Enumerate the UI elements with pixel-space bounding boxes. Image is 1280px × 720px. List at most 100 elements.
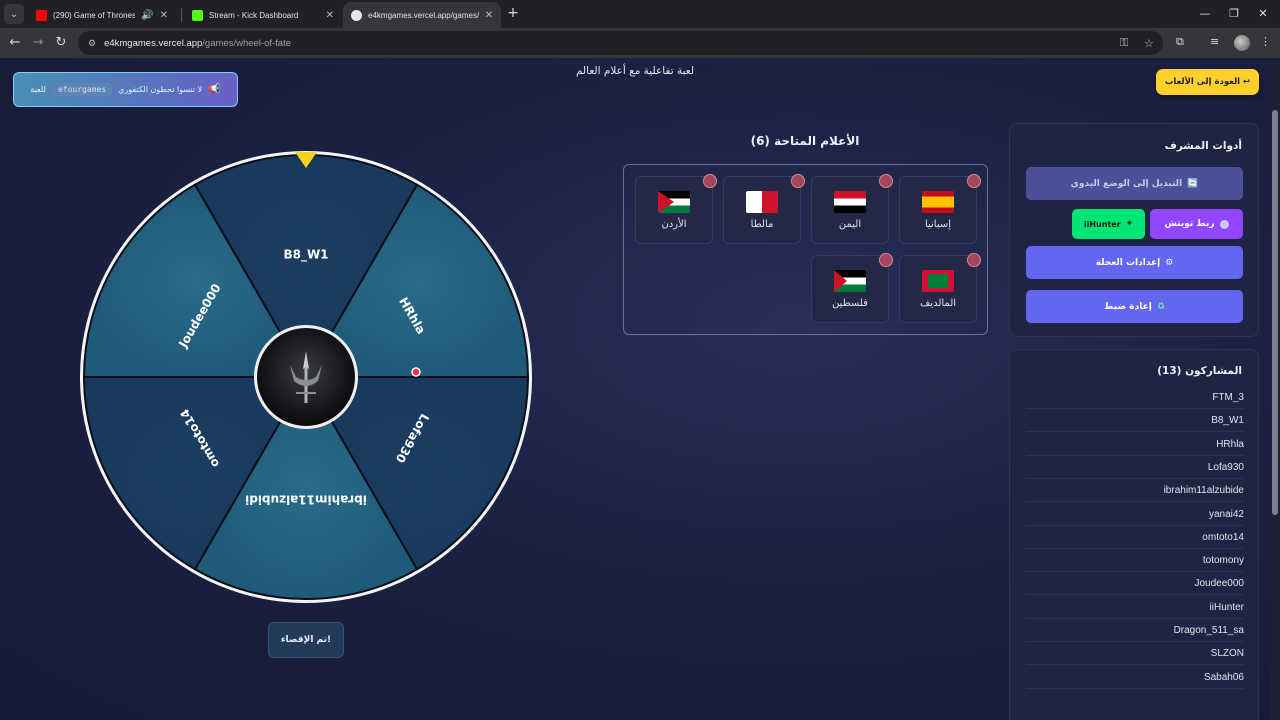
tab-title: (290) Game of Thrones The <box>53 10 136 20</box>
banner-text-after: للعبة <box>30 85 46 94</box>
twitch-user-chip[interactable]: ✦ iiHunter <box>1072 209 1145 239</box>
tab-search-icon[interactable]: ⌄ <box>4 4 24 24</box>
flag-name: اليمن <box>838 218 862 230</box>
scrollbar-thumb[interactable] <box>1272 110 1278 515</box>
wheel-segment-label: ibrahim11alzubidi <box>245 493 367 507</box>
flag-card-maldives[interactable]: المالديف <box>899 253 981 323</box>
browser-tab-kick[interactable]: Stream - Kick Dashboard ✕ <box>184 2 342 28</box>
participant-row: HRhla <box>1026 433 1244 456</box>
tab-divider <box>181 8 182 22</box>
wheel-settings-button[interactable]: ⚙ إعدادات العجلة <box>1026 246 1243 279</box>
browser-tab-youtube[interactable]: (290) Game of Thrones The 🔊 ✕ <box>28 2 176 28</box>
twitch-status-dot-icon <box>1219 219 1229 229</box>
remove-flag-button[interactable] <box>879 174 893 188</box>
twitch-user-label: iiHunter <box>1083 219 1121 229</box>
browser-tab-e4km[interactable]: e4kmgames.vercel.app/games/ ✕ <box>343 2 501 28</box>
participant-row: ibrahim11alzubide <box>1026 479 1244 503</box>
yemen-flag-icon <box>834 190 866 213</box>
remove-flag-button[interactable] <box>967 253 981 267</box>
flags-title: الأعلام المتاحة (6) <box>750 134 860 148</box>
malta-flag-icon <box>746 190 778 213</box>
url-field[interactable]: ⚙ e4kmgames.vercel.app/games/wheel-of-fa… <box>78 31 1163 55</box>
gear-icon: ⚙ <box>1165 257 1174 268</box>
minimize-icon[interactable]: — <box>1190 4 1220 24</box>
password-key-icon[interactable]: ⚿ <box>1120 37 1128 50</box>
maldives-flag-icon <box>922 269 954 292</box>
flag-name: فلسطين <box>832 297 868 309</box>
back-arrow-icon[interactable]: ← <box>6 34 24 52</box>
restore-icon[interactable]: ❐ <box>1219 4 1249 24</box>
browser-tab-bar: ⌄ (290) Game of Thrones The 🔊 ✕ Stream -… <box>0 0 1280 28</box>
remove-flag-button[interactable] <box>703 174 717 188</box>
close-tab-icon[interactable]: ✕ <box>326 10 334 21</box>
participant-row: Lofa930 <box>1026 456 1244 479</box>
close-tab-icon[interactable]: ✕ <box>485 10 493 21</box>
wheel-marker-dot <box>411 367 421 377</box>
manual-mode-label: التبديل إلى الوضع اليدوي <box>1070 178 1183 189</box>
trident-logo-icon <box>290 351 322 403</box>
flag-card-jordan[interactable]: الأردن <box>635 174 717 244</box>
extensions-icon[interactable]: ⧉ <box>1176 35 1184 49</box>
participant-row: yanai42 <box>1026 503 1244 526</box>
page-subtitle: لعبة تفاعلية مع أعلام العالم <box>575 65 695 77</box>
profile-avatar[interactable] <box>1234 35 1250 51</box>
url-path: /games/wheel-of-fate <box>202 37 292 49</box>
reset-button[interactable]: ♻ إعادة ضبط <box>1026 290 1243 323</box>
participants-panel: المشاركون (13) FTM_3 B8_W1 HRhla Lofa930 ibr… <box>1009 349 1259 720</box>
site-info-icon[interactable]: ⚙ <box>88 38 96 49</box>
wheel-pointer <box>295 152 317 168</box>
flag-card-malta[interactable]: مالطا <box>723 174 805 244</box>
flag-card-yemen[interactable]: اليمن <box>811 174 893 244</box>
bookmark-star-icon[interactable]: ☆ <box>1144 37 1154 50</box>
media-controls-icon[interactable]: ≡ <box>1210 35 1219 48</box>
wheel-settings-label: إعدادات العجلة <box>1095 257 1161 268</box>
flag-name: مالطا <box>750 218 774 230</box>
participants-title: المشاركون (13) <box>1157 365 1242 377</box>
banner-chip: efourgames <box>51 83 113 96</box>
participant-row: FTM_3 <box>1026 386 1244 409</box>
flag-name: الأردن <box>661 218 687 230</box>
close-window-icon[interactable]: ✕ <box>1248 4 1278 24</box>
remove-flag-button[interactable] <box>967 174 981 188</box>
new-tab-icon[interactable]: + <box>505 5 521 21</box>
participant-row: Sabah06 <box>1026 666 1244 689</box>
forward-arrow-icon[interactable]: → <box>29 34 47 52</box>
remove-flag-button[interactable] <box>879 253 893 267</box>
admin-tools-title: أدوات المشرف <box>1164 140 1242 152</box>
address-bar: ← → ↻ ⚙ e4kmgames.vercel.app/games/wheel… <box>0 28 1280 58</box>
wheel-segment-label: B8_W1 <box>283 247 328 262</box>
tab-title: Stream - Kick Dashboard <box>209 10 299 20</box>
close-tab-icon[interactable]: ✕ <box>160 10 168 21</box>
participant-row: SLZON <box>1026 642 1244 666</box>
eliminated-button[interactable]: تم الإقصاء! <box>268 622 344 658</box>
url-host: e4kmgames.vercel.app <box>104 37 203 49</box>
flag-name: إسبانيا <box>924 218 952 230</box>
kick-icon <box>192 9 203 21</box>
manual-mode-button[interactable]: 🔄 التبديل إلى الوضع اليدوي <box>1026 167 1243 200</box>
remove-flag-button[interactable] <box>791 174 805 188</box>
promo-banner: 📢 لا تنسوا تحطون الكتفوري efourgames للع… <box>13 72 238 107</box>
recycle-icon: ♻ <box>1156 301 1165 312</box>
participant-row: Dragon_511_sa <box>1026 619 1244 642</box>
participant-row: Joudee000 <box>1026 572 1244 596</box>
participant-row: totomony <box>1026 549 1244 573</box>
globe-icon <box>351 9 362 21</box>
flag-card-palestine[interactable]: فلسطين <box>811 253 893 323</box>
jordan-flag-icon <box>658 190 690 213</box>
page: لعبة تفاعلية مع أعلام العالم 📢 لا تنسوا … <box>0 58 1280 720</box>
spain-flag-icon <box>922 190 954 213</box>
speaker-icon[interactable]: 🔊 <box>141 10 153 21</box>
connect-twitch-button[interactable]: ربط تويتش <box>1150 209 1243 239</box>
reload-icon[interactable]: ↻ <box>52 34 70 52</box>
banner-text: لا تنسوا تحطون الكتفوري <box>118 85 203 94</box>
participant-row: omtoto14 <box>1026 526 1244 549</box>
back-to-games-button[interactable]: ↩ العودة إلى الألعاب <box>1156 69 1259 95</box>
palestine-flag-icon <box>834 269 866 292</box>
participant-row: iiHunter <box>1026 596 1244 619</box>
sparkle-icon: ✦ <box>1125 219 1134 229</box>
megaphone-icon: 📢 <box>208 84 221 95</box>
flag-name: المالديف <box>919 297 957 309</box>
wheel-hub-logo <box>254 325 358 429</box>
menu-kebab-icon[interactable]: ⋮ <box>1260 35 1271 48</box>
flag-card-spain[interactable]: إسبانيا <box>899 174 981 244</box>
